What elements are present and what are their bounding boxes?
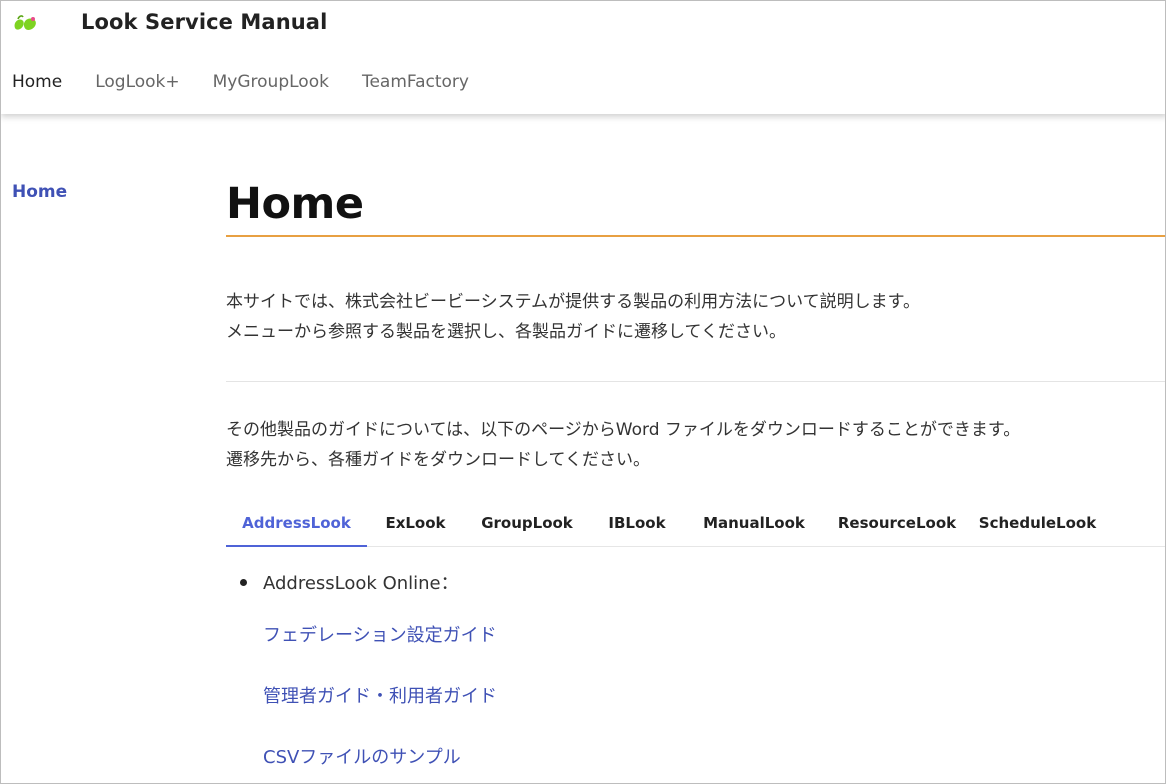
page-title: Home (226, 179, 364, 229)
tab-addresslook[interactable]: AddressLook (226, 503, 367, 547)
main-content: Home 本サイトでは、株式会社ビービーシステムが提供する製品の利用方法について… (226, 173, 1165, 768)
other-products-paragraph: その他製品のガイドについては、以下のページからWord ファイルをダウンロードす… (226, 415, 1020, 475)
site-title[interactable]: Look Service Manual (81, 10, 327, 34)
csv-sample-link[interactable]: CSVファイルのサンプル (263, 743, 461, 769)
top-nav: Home LogLook+ MyGroupLook TeamFactory (12, 72, 502, 92)
nav-item-loglook[interactable]: LogLook+ (95, 72, 179, 92)
list-item-label: AddressLook Online： (263, 573, 459, 594)
section-divider (226, 381, 1165, 382)
tab-exlook[interactable]: ExLook (367, 503, 464, 547)
browser-viewport: Look Service Manual Home LogLook+ MyGrou… (0, 0, 1166, 784)
tab-manuallook[interactable]: ManualLook (684, 503, 824, 547)
intro-line-2: メニューから参照する製品を選択し、各製品ガイドに遷移してください。 (226, 322, 786, 342)
sidebar-item-home[interactable]: Home (12, 182, 67, 202)
tab-grouplook[interactable]: GroupLook (464, 503, 590, 547)
tab-resourcelook[interactable]: ResourceLook (824, 503, 970, 547)
intro-line-1: 本サイトでは、株式会社ビービーシステムが提供する製品の利用方法について説明します… (226, 292, 920, 312)
title-underline (226, 235, 1165, 237)
nav-item-mygrouplook[interactable]: MyGroupLook (213, 72, 329, 92)
product-tabs: AddressLook ExLook GroupLook IBLook Manu… (226, 503, 1165, 547)
bb-logo-icon[interactable] (12, 14, 40, 34)
nav-item-home[interactable]: Home (12, 72, 62, 92)
site-header: Look Service Manual Home LogLook+ MyGrou… (1, 1, 1165, 114)
bullet-icon (240, 579, 247, 586)
intro-paragraph: 本サイトでは、株式会社ビービーシステムが提供する製品の利用方法について説明します… (226, 287, 920, 347)
nav-item-teamfactory[interactable]: TeamFactory (362, 72, 469, 92)
admin-user-guide-link[interactable]: 管理者ガイド・利用者ガイド (263, 682, 497, 708)
tab-iblook[interactable]: IBLook (590, 503, 684, 547)
sidebar: Home (12, 182, 67, 202)
tab-schedulelook[interactable]: ScheduleLook (970, 503, 1105, 547)
federation-guide-link[interactable]: フェデレーション設定ガイド (263, 621, 497, 647)
other-line-1: その他製品のガイドについては、以下のページからWord ファイルをダウンロードす… (226, 420, 1021, 440)
other-line-2: 遷移先から、各種ガイドをダウンロードしてください。 (226, 450, 650, 470)
